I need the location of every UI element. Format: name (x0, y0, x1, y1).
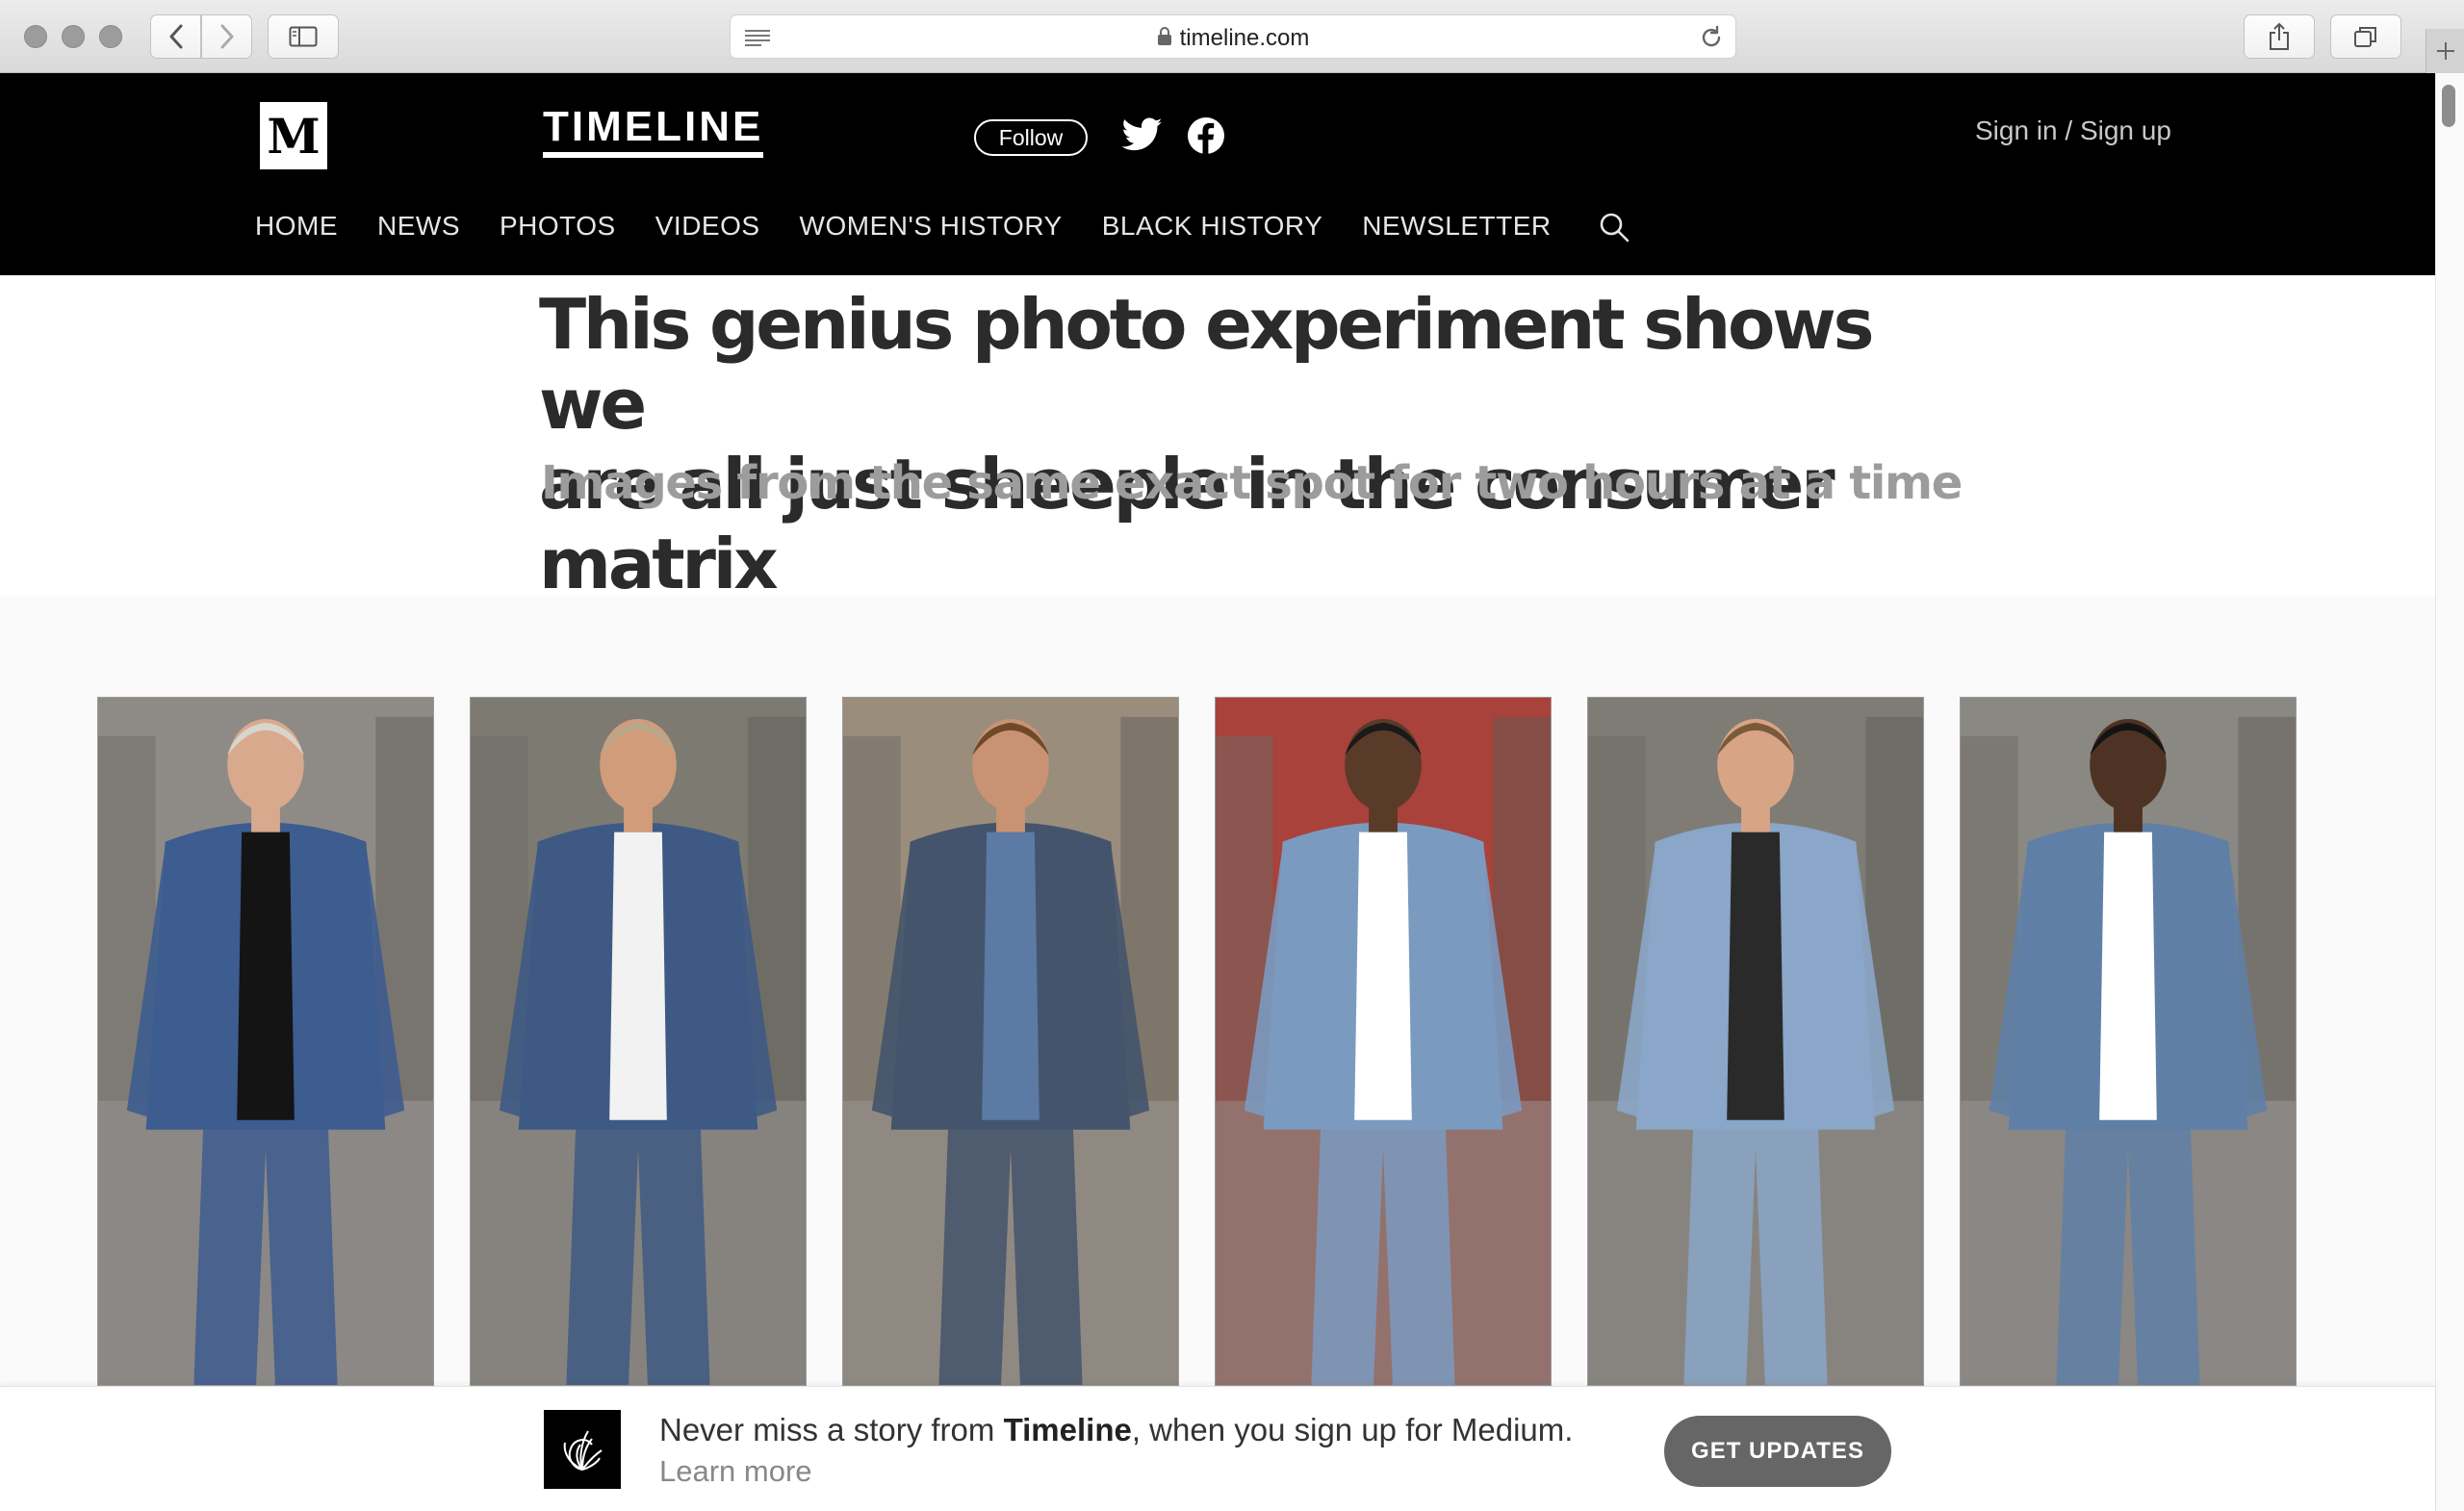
photo-image (1588, 698, 1923, 1385)
url-text: timeline.com (1179, 25, 1310, 51)
back-chevron-icon (169, 24, 182, 49)
spiral-logo-icon (563, 1430, 603, 1471)
photo-image (1961, 698, 2296, 1385)
headline-line-1: This genius photo experiment shows we (539, 284, 1874, 445)
url-text-container: timeline.com (731, 25, 1735, 52)
gallery-photo[interactable] (97, 697, 434, 1386)
banner-message: Never miss a story from Timeline, when y… (659, 1412, 1573, 1448)
signup-banner: Never miss a story from Timeline, when y… (0, 1386, 2435, 1511)
lock-icon (1157, 27, 1171, 45)
zoom-window-button[interactable] (99, 25, 122, 48)
site-header: M TIMELINE Follow Sign in / Sign up HOME… (0, 73, 2435, 275)
banner-text-after: , when you sign up for Medium. (1131, 1412, 1574, 1447)
publication-avatar (544, 1410, 621, 1489)
get-updates-button[interactable]: GET UPDATES (1664, 1416, 1891, 1487)
medium-logo[interactable]: M (260, 102, 327, 169)
facebook-icon[interactable] (1188, 117, 1224, 154)
main-nav: HOME NEWS PHOTOS VIDEOS WOMEN'S HISTORY … (255, 210, 1630, 243)
tabs-button[interactable] (2330, 14, 2401, 59)
banner-brand: Timeline (1003, 1412, 1132, 1447)
scrollbar-thumb[interactable] (2442, 85, 2455, 127)
address-bar[interactable]: timeline.com (730, 14, 1736, 59)
forward-button[interactable] (201, 14, 252, 59)
scrollbar-track[interactable] (2435, 73, 2464, 1511)
photo-image (843, 698, 1178, 1385)
gallery-photo[interactable] (842, 697, 1179, 1386)
plus-icon (2436, 42, 2454, 60)
sidebar-icon (289, 26, 318, 47)
nav-item-newsletter[interactable]: NEWSLETTER (1362, 211, 1551, 242)
forward-chevron-icon (220, 24, 233, 49)
share-icon (2270, 22, 2289, 50)
signin-link[interactable]: Sign in / Sign up (1975, 115, 2171, 146)
share-button[interactable] (2244, 14, 2315, 59)
nav-item-news[interactable]: NEWS (377, 211, 460, 242)
close-window-button[interactable] (24, 25, 47, 48)
twitter-icon[interactable] (1122, 117, 1163, 152)
tabs-icon (2354, 27, 2376, 47)
banner-text-before: Never miss a story from (659, 1412, 1004, 1447)
gallery-photo[interactable] (1587, 697, 1924, 1386)
browser-toolbar: timeline.com (0, 0, 2464, 73)
publication-logo[interactable]: TIMELINE (543, 106, 764, 158)
nav-item-videos[interactable]: VIDEOS (655, 211, 760, 242)
back-button[interactable] (150, 14, 201, 59)
gallery-photo[interactable] (470, 697, 807, 1386)
search-icon[interactable] (1599, 212, 1630, 243)
nav-item-black-history[interactable]: BLACK HISTORY (1102, 211, 1323, 242)
gallery-photo[interactable] (1960, 697, 2297, 1386)
follow-button[interactable]: Follow (974, 119, 1088, 156)
minimize-window-button[interactable] (62, 25, 85, 48)
nav-item-photos[interactable]: PHOTOS (500, 211, 616, 242)
article-headline: This genius photo experiment shows we ar… (539, 285, 1925, 604)
gallery-photo[interactable] (1215, 697, 1552, 1386)
sidebar-button[interactable] (268, 14, 339, 59)
photo-image (1216, 698, 1551, 1385)
photo-image (471, 698, 806, 1385)
learn-more-link[interactable]: Learn more (659, 1454, 812, 1489)
photo-image (98, 698, 433, 1385)
nav-item-home[interactable]: HOME (255, 211, 338, 242)
reload-icon[interactable] (1699, 25, 1724, 50)
article-subtitle: Images from the same exact spot for two … (541, 456, 1963, 510)
nav-item-womens-history[interactable]: WOMEN'S HISTORY (800, 211, 1063, 242)
new-tab-button[interactable] (2426, 29, 2464, 73)
